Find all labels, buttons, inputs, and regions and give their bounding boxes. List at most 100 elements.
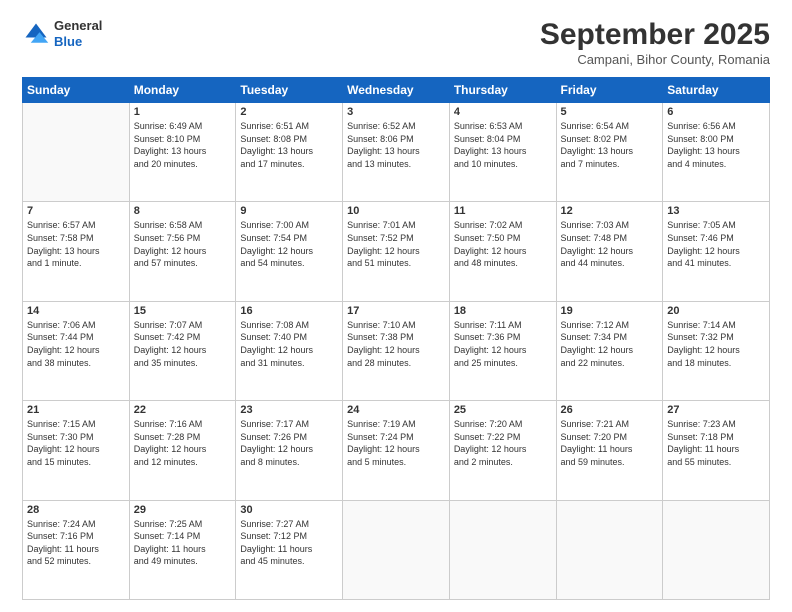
calendar-cell: 22 Sunrise: 7:16 AM Sunset: 7:28 PM Dayli… <box>129 401 236 500</box>
day-info: Sunrise: 6:49 AM Sunset: 8:10 PM Dayligh… <box>134 120 232 170</box>
month-title: September 2025 <box>540 18 770 52</box>
day-number: 18 <box>454 305 552 317</box>
logo-blue: Blue <box>54 34 82 49</box>
calendar-cell: 13 Sunrise: 7:05 AM Sunset: 7:46 PM Dayli… <box>663 202 770 301</box>
day-number: 15 <box>134 305 232 317</box>
day-info: Sunrise: 7:01 AM Sunset: 7:52 PM Dayligh… <box>347 219 445 269</box>
calendar-cell: 27Sunrise: 7:23 AM Sunset: 7:18 PM Dayli… <box>663 401 770 500</box>
calendar-cell <box>23 103 130 202</box>
day-number: 5 <box>561 106 659 118</box>
calendar-table: SundayMondayTuesdayWednesdayThursdayFrid… <box>22 77 770 600</box>
calendar-cell: 12 Sunrise: 7:03 AM Sunset: 7:48 PM Dayli… <box>556 202 663 301</box>
day-info: Sunrise: 7:05 AM Sunset: 7:46 PM Dayligh… <box>667 219 765 269</box>
day-info: Sunrise: 7:27 AM Sunset: 7:12 PM Dayligh… <box>240 518 338 568</box>
calendar-body: 1 Sunrise: 6:49 AM Sunset: 8:10 PM Daylig… <box>23 103 770 600</box>
day-number: 2 <box>240 106 338 118</box>
day-info: Sunrise: 7:16 AM Sunset: 7:28 PM Dayligh… <box>134 418 232 468</box>
calendar-week-row: 28 Sunrise: 7:24 AM Sunset: 7:16 PM Dayli… <box>23 500 770 599</box>
day-number: 14 <box>27 305 125 317</box>
day-info: Sunrise: 7:15 AM Sunset: 7:30 PM Dayligh… <box>27 418 125 468</box>
day-number: 23 <box>240 404 338 416</box>
day-info: Sunrise: 7:00 AM Sunset: 7:54 PM Dayligh… <box>240 219 338 269</box>
calendar-cell: 10 Sunrise: 7:01 AM Sunset: 7:52 PM Dayli… <box>343 202 450 301</box>
day-info: Sunrise: 7:11 AM Sunset: 7:36 PM Dayligh… <box>454 319 552 369</box>
day-number: 20 <box>667 305 765 317</box>
day-info: Sunrise: 7:17 AM Sunset: 7:26 PM Dayligh… <box>240 418 338 468</box>
day-info: Sunrise: 7:06 AM Sunset: 7:44 PM Dayligh… <box>27 319 125 369</box>
day-number: 30 <box>240 504 338 516</box>
day-info: Sunrise: 7:03 AM Sunset: 7:48 PM Dayligh… <box>561 219 659 269</box>
day-info: Sunrise: 7:14 AM Sunset: 7:32 PM Dayligh… <box>667 319 765 369</box>
calendar-cell: 16Sunrise: 7:08 AM Sunset: 7:40 PM Dayli… <box>236 301 343 400</box>
location: Campani, Bihor County, Romania <box>540 52 770 67</box>
day-info: Sunrise: 6:52 AM Sunset: 8:06 PM Dayligh… <box>347 120 445 170</box>
calendar-cell: 30 Sunrise: 7:27 AM Sunset: 7:12 PM Dayli… <box>236 500 343 599</box>
day-info: Sunrise: 7:07 AM Sunset: 7:42 PM Dayligh… <box>134 319 232 369</box>
calendar-week-row: 1 Sunrise: 6:49 AM Sunset: 8:10 PM Daylig… <box>23 103 770 202</box>
day-info: Sunrise: 7:21 AM Sunset: 7:20 PM Dayligh… <box>561 418 659 468</box>
day-number: 25 <box>454 404 552 416</box>
calendar-cell <box>556 500 663 599</box>
calendar-cell: 8Sunrise: 6:58 AM Sunset: 7:56 PM Daylig… <box>129 202 236 301</box>
title-block: September 2025 Campani, Bihor County, Ro… <box>540 18 770 67</box>
calendar-cell <box>663 500 770 599</box>
logo-icon <box>22 20 50 48</box>
weekday-header: Thursday <box>449 78 556 103</box>
day-info: Sunrise: 7:10 AM Sunset: 7:38 PM Dayligh… <box>347 319 445 369</box>
calendar-cell: 11 Sunrise: 7:02 AM Sunset: 7:50 PM Dayli… <box>449 202 556 301</box>
weekday-header: Friday <box>556 78 663 103</box>
calendar-week-row: 21 Sunrise: 7:15 AM Sunset: 7:30 PM Dayli… <box>23 401 770 500</box>
weekday-header: Wednesday <box>343 78 450 103</box>
day-number: 11 <box>454 205 552 217</box>
calendar-cell: 2 Sunrise: 6:51 AM Sunset: 8:08 PM Daylig… <box>236 103 343 202</box>
calendar-cell: 20 Sunrise: 7:14 AM Sunset: 7:32 PM Dayli… <box>663 301 770 400</box>
day-info: Sunrise: 7:19 AM Sunset: 7:24 PM Dayligh… <box>347 418 445 468</box>
day-number: 26 <box>561 404 659 416</box>
calendar-cell: 6 Sunrise: 6:56 AM Sunset: 8:00 PM Daylig… <box>663 103 770 202</box>
logo: General Blue <box>22 18 102 49</box>
day-number: 21 <box>27 404 125 416</box>
day-info: Sunrise: 7:12 AM Sunset: 7:34 PM Dayligh… <box>561 319 659 369</box>
day-info: Sunrise: 7:23 AM Sunset: 7:18 PM Dayligh… <box>667 418 765 468</box>
day-number: 29 <box>134 504 232 516</box>
weekday-header-row: SundayMondayTuesdayWednesdayThursdayFrid… <box>23 78 770 103</box>
day-number: 10 <box>347 205 445 217</box>
day-number: 3 <box>347 106 445 118</box>
weekday-header: Sunday <box>23 78 130 103</box>
calendar-cell <box>449 500 556 599</box>
day-number: 4 <box>454 106 552 118</box>
day-info: Sunrise: 6:54 AM Sunset: 8:02 PM Dayligh… <box>561 120 659 170</box>
calendar-cell: 19Sunrise: 7:12 AM Sunset: 7:34 PM Dayli… <box>556 301 663 400</box>
calendar-cell: 3 Sunrise: 6:52 AM Sunset: 8:06 PM Daylig… <box>343 103 450 202</box>
day-number: 17 <box>347 305 445 317</box>
calendar-cell: 9Sunrise: 7:00 AM Sunset: 7:54 PM Daylig… <box>236 202 343 301</box>
day-number: 1 <box>134 106 232 118</box>
day-info: Sunrise: 7:02 AM Sunset: 7:50 PM Dayligh… <box>454 219 552 269</box>
calendar-cell: 18 Sunrise: 7:11 AM Sunset: 7:36 PM Dayli… <box>449 301 556 400</box>
day-number: 22 <box>134 404 232 416</box>
day-number: 12 <box>561 205 659 217</box>
day-info: Sunrise: 6:53 AM Sunset: 8:04 PM Dayligh… <box>454 120 552 170</box>
weekday-header: Saturday <box>663 78 770 103</box>
calendar-cell: 21 Sunrise: 7:15 AM Sunset: 7:30 PM Dayli… <box>23 401 130 500</box>
calendar-week-row: 7Sunrise: 6:57 AM Sunset: 7:58 PM Daylig… <box>23 202 770 301</box>
day-info: Sunrise: 6:51 AM Sunset: 8:08 PM Dayligh… <box>240 120 338 170</box>
calendar-cell: 15 Sunrise: 7:07 AM Sunset: 7:42 PM Dayli… <box>129 301 236 400</box>
calendar-cell: 23 Sunrise: 7:17 AM Sunset: 7:26 PM Dayli… <box>236 401 343 500</box>
day-number: 28 <box>27 504 125 516</box>
day-info: Sunrise: 7:08 AM Sunset: 7:40 PM Dayligh… <box>240 319 338 369</box>
logo-general: General <box>54 18 102 33</box>
day-info: Sunrise: 7:20 AM Sunset: 7:22 PM Dayligh… <box>454 418 552 468</box>
day-number: 6 <box>667 106 765 118</box>
calendar-cell: 1 Sunrise: 6:49 AM Sunset: 8:10 PM Daylig… <box>129 103 236 202</box>
weekday-header: Tuesday <box>236 78 343 103</box>
calendar-week-row: 14 Sunrise: 7:06 AM Sunset: 7:44 PM Dayli… <box>23 301 770 400</box>
day-info: Sunrise: 7:24 AM Sunset: 7:16 PM Dayligh… <box>27 518 125 568</box>
calendar-cell: 7Sunrise: 6:57 AM Sunset: 7:58 PM Daylig… <box>23 202 130 301</box>
day-number: 8 <box>134 205 232 217</box>
day-number: 13 <box>667 205 765 217</box>
calendar-cell <box>343 500 450 599</box>
day-info: Sunrise: 6:56 AM Sunset: 8:00 PM Dayligh… <box>667 120 765 170</box>
calendar-cell: 26 Sunrise: 7:21 AM Sunset: 7:20 PM Dayli… <box>556 401 663 500</box>
weekday-header: Monday <box>129 78 236 103</box>
